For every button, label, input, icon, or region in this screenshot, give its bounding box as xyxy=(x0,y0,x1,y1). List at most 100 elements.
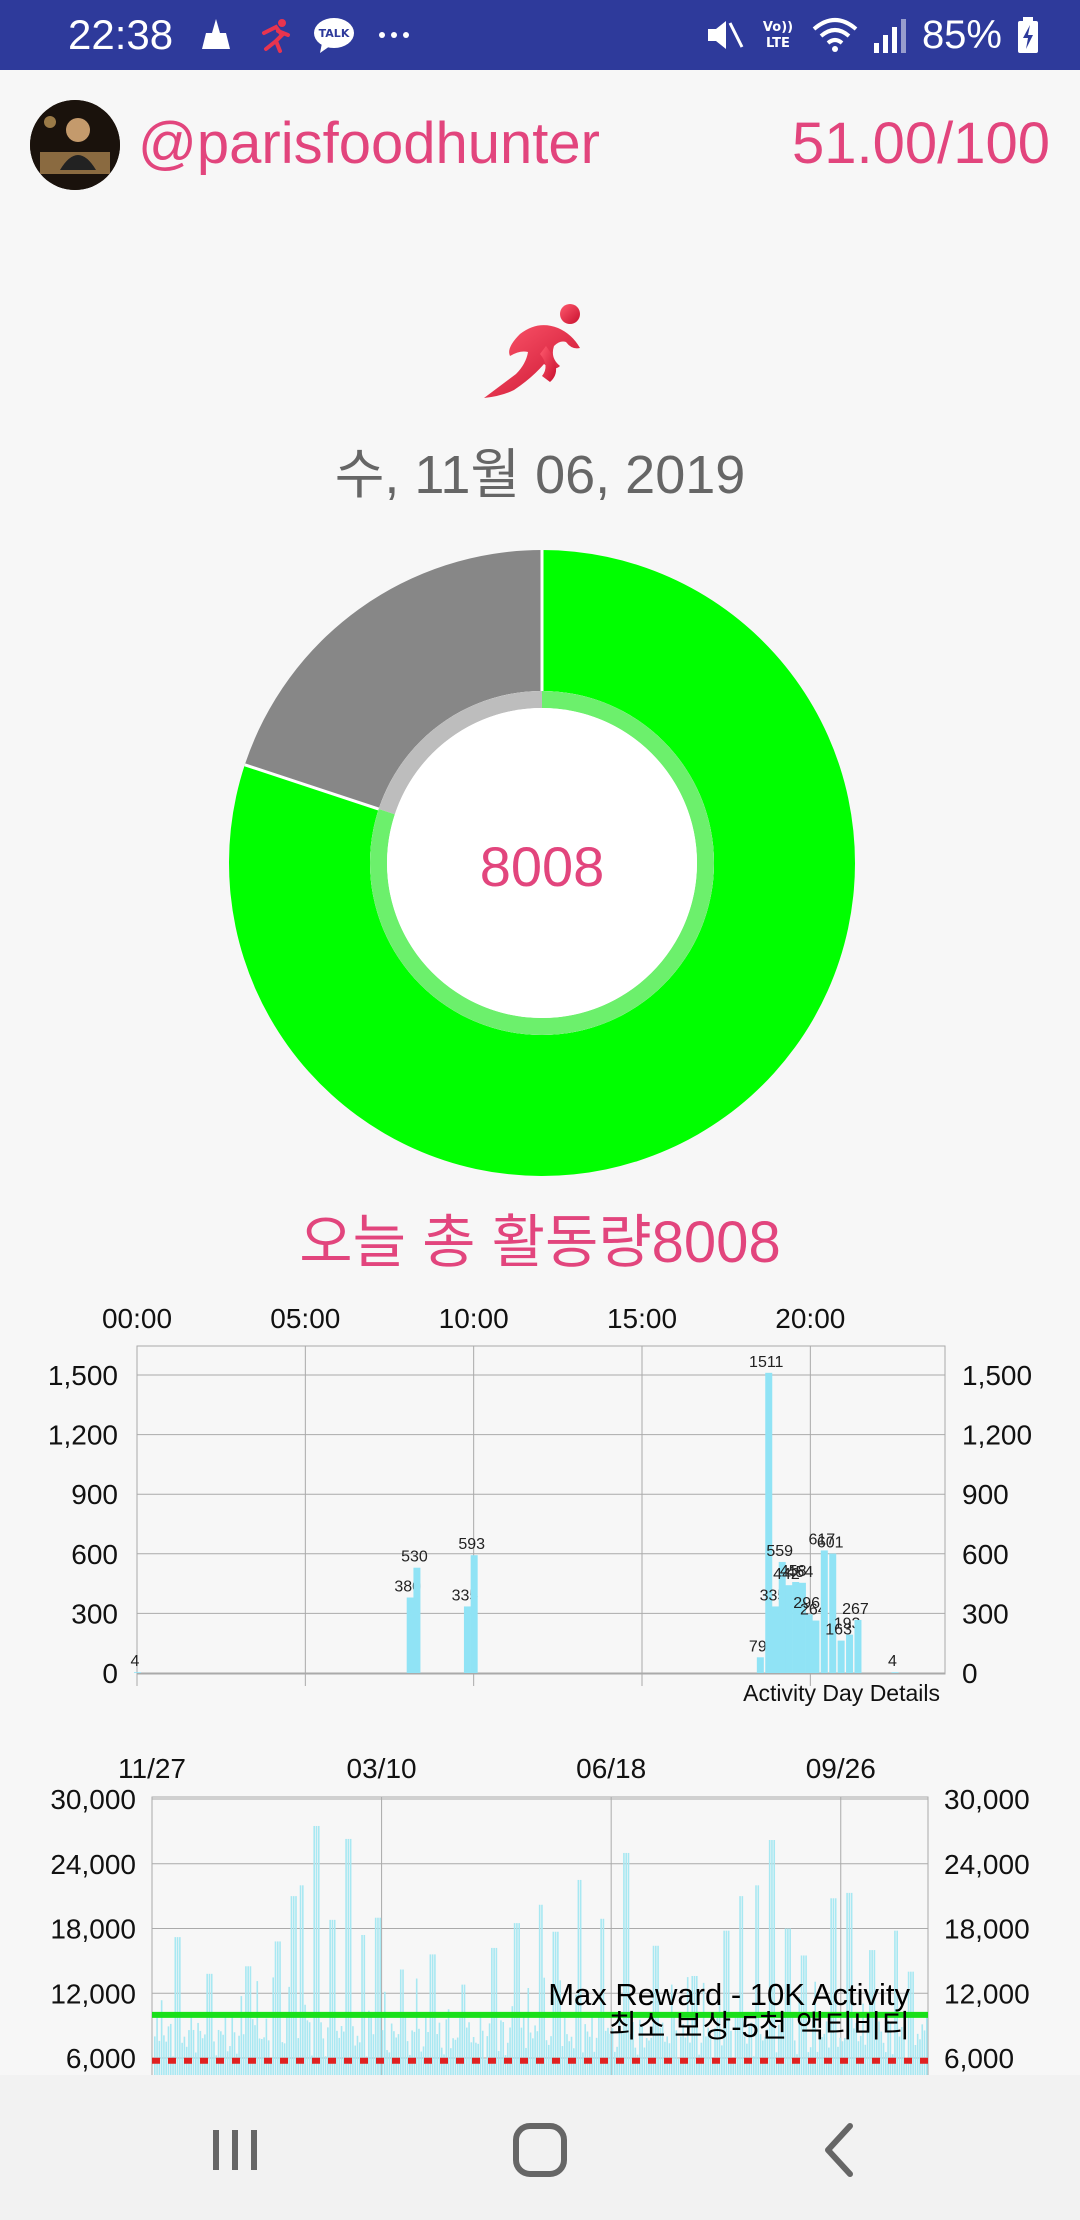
svg-text:Vo)): Vo)) xyxy=(763,20,793,35)
history-bar xyxy=(768,1840,771,2080)
history-bar xyxy=(773,1840,776,2080)
history-bar xyxy=(308,2022,311,2080)
x-tick-label: 20:00 xyxy=(775,1303,845,1334)
y-tick-label-right: 1,500 xyxy=(962,1360,1032,1391)
chart-bar xyxy=(413,1567,421,1673)
history-bar xyxy=(167,2026,170,2080)
history-bar xyxy=(384,1991,386,2080)
bar-value-label: 454 xyxy=(787,1564,814,1581)
history-bar xyxy=(645,2038,648,2080)
volte-icon: Vo)) LTE xyxy=(763,20,793,51)
history-bar xyxy=(204,2034,206,2080)
history-bar xyxy=(288,1986,290,2080)
day-activity-chart[interactable]: 1,500 1,5001,200 1,200900 900600 600300 3000 0… xyxy=(0,1290,1080,1720)
history-bar xyxy=(390,2023,393,2080)
history-bar xyxy=(245,1966,247,2080)
x-tick-label: 15:00 xyxy=(607,1303,677,1334)
history-bar xyxy=(604,2030,607,2080)
history-bar xyxy=(338,2037,341,2080)
history-bar xyxy=(500,2020,502,2080)
username[interactable]: @parisfoodhunter xyxy=(138,110,600,177)
history-bar xyxy=(463,1984,466,2080)
history-bar xyxy=(543,1977,546,2080)
history-bar xyxy=(381,2030,384,2080)
chart-bar xyxy=(854,1619,862,1673)
chart-bar xyxy=(785,1585,793,1673)
history-bar xyxy=(921,2024,924,2080)
bar-value-label: 1511 xyxy=(749,1354,784,1371)
history-bar xyxy=(522,2016,525,2080)
history-bar xyxy=(486,2036,489,2080)
history-bar xyxy=(327,2027,329,2080)
history-bar xyxy=(240,1996,243,2080)
history-bar xyxy=(399,1969,402,2080)
history-bar xyxy=(379,1917,382,2080)
history-bar xyxy=(436,2034,438,2080)
cleaner-icon xyxy=(202,19,230,49)
history-bar xyxy=(317,1825,320,2080)
history-bar xyxy=(538,1904,541,2080)
chart-bar xyxy=(805,1614,813,1673)
y-tick-label-right: 6,000 xyxy=(944,2043,1014,2074)
bar-value-label: 267 xyxy=(842,1601,869,1618)
bar-value-label: 4 xyxy=(888,1653,897,1670)
history-bar xyxy=(520,2027,523,2080)
history-bar xyxy=(427,2032,429,2080)
history-bar xyxy=(256,1981,259,2080)
history-bar xyxy=(374,1917,377,2080)
history-bar xyxy=(418,2028,420,2080)
back-icon[interactable] xyxy=(800,2110,880,2190)
bar-value-label: 530 xyxy=(401,1549,428,1566)
wifi-icon xyxy=(812,18,858,52)
y-tick-label-left: 1,200 xyxy=(48,1420,118,1451)
history-bar xyxy=(295,1896,297,2080)
history-bar xyxy=(265,2018,268,2080)
history-bar xyxy=(340,2026,343,2080)
history-bar xyxy=(313,1825,316,2080)
history-bar xyxy=(286,2017,288,2080)
history-bar xyxy=(302,1885,304,2080)
history-bar xyxy=(345,1838,347,2080)
history-bar xyxy=(591,2013,593,2080)
history-bar xyxy=(563,2018,566,2080)
chart-bar xyxy=(820,1550,828,1673)
svg-text:LTE: LTE xyxy=(766,36,790,51)
recents-icon[interactable] xyxy=(195,2110,275,2190)
y-tick-label-left: 1,500 xyxy=(48,1360,118,1391)
history-bar xyxy=(258,2038,261,2080)
kakaotalk-label: TALK xyxy=(319,27,350,40)
history-bar xyxy=(254,2025,256,2080)
status-time: 22:38 xyxy=(68,11,174,58)
history-bar xyxy=(272,1977,275,2080)
kakaotalk-icon: TALK xyxy=(314,18,354,53)
history-bar xyxy=(299,1885,302,2080)
x-tick-label: 05:00 xyxy=(270,1303,340,1334)
history-bar xyxy=(502,2022,505,2080)
history-activity-chart[interactable]: 30,000 30,000 24,000 24,000 18,000 18,000 12,0… xyxy=(0,1740,1080,2080)
history-bar xyxy=(584,2024,587,2080)
avatar[interactable] xyxy=(30,100,120,190)
history-bar xyxy=(912,1971,914,2080)
history-bar xyxy=(197,2022,199,2080)
chart-bar xyxy=(765,1372,773,1673)
history-bar xyxy=(242,2034,245,2080)
history-bar xyxy=(452,2038,454,2080)
history-bar xyxy=(404,2012,407,2080)
history-bar xyxy=(598,2012,600,2080)
battery-percent: 85% xyxy=(921,12,1002,57)
y-tick-label-left: 300 xyxy=(71,1598,118,1629)
history-bar xyxy=(424,2014,427,2080)
signal-icon xyxy=(873,19,906,53)
history-bar xyxy=(290,1896,293,2080)
chart-bar xyxy=(134,1672,141,1673)
history-bar xyxy=(276,1941,279,2080)
y-tick-label-right: 30,000 xyxy=(944,1784,1030,1815)
x-tick-label: 03/10 xyxy=(347,1753,417,1784)
history-bar xyxy=(199,2030,202,2080)
history-bar xyxy=(771,1840,773,2080)
history-bar xyxy=(627,1852,630,2080)
history-bar xyxy=(188,2030,190,2080)
home-icon[interactable] xyxy=(500,2110,580,2190)
chart-bar xyxy=(463,1606,471,1673)
history-bar xyxy=(513,1923,516,2080)
